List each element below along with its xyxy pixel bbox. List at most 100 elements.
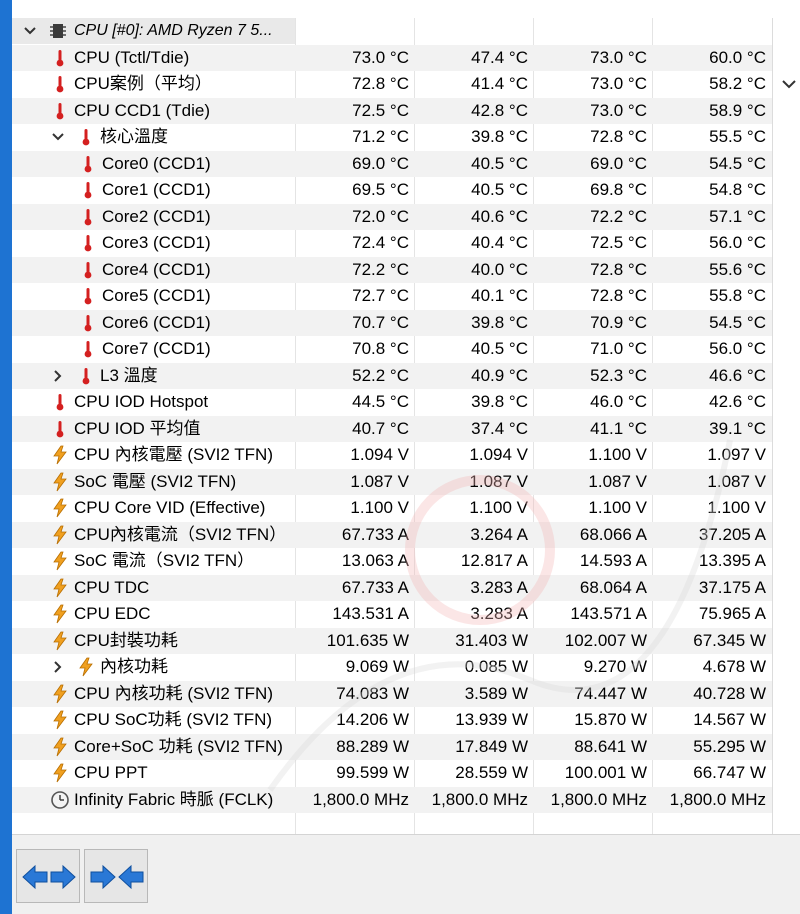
max-value: 73.0 °C [590,47,647,67]
max-value: 71.0 °C [590,339,647,358]
right-pane [772,18,800,834]
sensor-name: Core5 (CCD1) [102,286,211,305]
sensor-row[interactable]: CPU 內核功耗 (SVI2 TFN) 74.083 W 3.589 W 74.447… [12,680,772,707]
sensor-name: CPU CCD1 (Tdie) [74,100,211,120]
average-value: 54.8 °C [709,180,766,199]
sensor-row[interactable]: Core4 (CCD1) 72.2 °C 40.0 °C 72.8 °C 55.6 °C [12,256,772,283]
sensor-name: Core0 (CCD1) [102,153,211,173]
arrows-left-right-icon [22,864,76,890]
sensor-name: Core4 (CCD1) [102,259,211,279]
hwinfo-sensors-window: CPU [#0]: AMD Ryzen 7 5... CPU (Tctl/Tdi… [0,0,800,914]
current-value: 40.7 °C [352,418,409,438]
current-value: 69.0 °C [352,153,409,173]
max-value: 14.593 A [579,551,647,570]
current-value: 71.2 °C [352,127,409,146]
expand-columns-button[interactable] [16,849,80,903]
sensor-row[interactable]: Core0 (CCD1) 69.0 °C 40.5 °C 69.0 °C 54.5 °C [12,150,772,177]
current-value: 69.5 °C [352,180,409,199]
current-value: 9.069 W [345,657,409,676]
cpu-chip-icon [50,24,66,38]
average-value: 54.5 °C [709,312,766,332]
sensor-row[interactable]: Infinity Fabric 時脈 (FCLK) 1,800.0 MHz 1,80… [12,786,772,813]
average-value: 54.5 °C [709,153,766,173]
chevron-down-icon[interactable] [779,74,799,94]
sensor-row[interactable]: CPU EDC 143.531 A 3.283 A 143.571 A 75.965 A [12,601,772,628]
sensor-row[interactable]: Core1 (CCD1) 69.5 °C 40.5 °C 69.8 °C 54.8 °C [12,177,772,204]
sensor-row[interactable]: Core3 (CCD1) 72.4 °C 40.4 °C 72.5 °C 56.0 °C [12,230,772,257]
sensor-name: SoC 電流（SVI2 TFN） [74,551,255,570]
sensor-row[interactable]: CPU PPT 99.599 W 28.559 W 100.001 W 66.747 W [12,760,772,787]
sensor-row[interactable]: Core+SoC 功耗 (SVI2 TFN) 88.289 W 17.849 W 88… [12,733,772,760]
average-value: 57.1 °C [709,206,766,226]
sensor-row[interactable]: SoC 電流（SVI2 TFN） 13.063 A 12.817 A 14.593 A… [12,548,772,575]
chevron-down-icon[interactable] [48,127,68,147]
chevron-down-icon[interactable] [20,21,40,41]
sensor-name: CPU 內核功耗 (SVI2 TFN) [74,683,273,703]
sensor-name: Core+SoC 功耗 (SVI2 TFN) [74,736,283,756]
sensor-row[interactable]: CPU案例（平均） 72.8 °C 41.4 °C 73.0 °C 58.2 °C [12,71,772,98]
sensor-row[interactable]: CPU SoC功耗 (SVI2 TFN) 14.206 W 13.939 W 15.8… [12,707,772,734]
min-value: 3.589 W [464,683,528,703]
sensor-row[interactable]: CPU 內核電壓 (SVI2 TFN) 1.094 V 1.094 V 1.100 V… [12,442,772,469]
current-value: 72.2 °C [352,259,409,279]
sensor-row[interactable]: CPU IOD 平均值 40.7 °C 37.4 °C 41.1 °C 39.1 °C [12,415,772,442]
min-value: 40.0 °C [471,259,528,279]
sensor-row[interactable]: CPU內核電流（SVI2 TFN） 67.733 A 3.264 A 68.066 A… [12,521,772,548]
min-value: 39.8 °C [471,312,528,332]
current-value: 1.100 V [350,498,409,517]
sensor-name: CPU TDC [74,577,150,597]
average-value: 40.728 W [693,683,766,703]
max-value: 69.8 °C [590,180,647,199]
sensor-name: SoC 電壓 (SVI2 TFN) [74,471,237,491]
thermometer-icon [84,208,92,225]
sensor-row[interactable]: 內核功耗 9.069 W 0.085 W 9.270 W 4.678 W [12,654,772,681]
average-value: 37.175 A [698,577,766,597]
sensor-row[interactable]: L3 溫度 52.2 °C 40.9 °C 52.3 °C 46.6 °C [12,362,772,389]
shrink-columns-button[interactable] [84,849,148,903]
sensor-name: Core2 (CCD1) [102,206,211,226]
sensor-row[interactable]: Core6 (CCD1) 70.7 °C 39.8 °C 70.9 °C 54.5 °C [12,309,772,336]
max-value: 73.0 °C [590,100,647,120]
current-value: 67.733 A [341,524,409,544]
sensor-row[interactable]: SoC 電壓 (SVI2 TFN) 1.087 V 1.087 V 1.087 V 1.… [12,468,772,495]
current-value: 1.094 V [350,445,409,464]
sensor-row[interactable]: CPU TDC 67.733 A 3.283 A 68.064 A 37.175 A [12,574,772,601]
average-value: 67.345 W [693,630,766,650]
chevron-right-icon[interactable] [48,366,68,386]
average-value: 1.087 V [707,471,766,491]
average-value: 58.9 °C [709,100,766,120]
sensor-row[interactable]: CPU封裝功耗 101.635 W 31.403 W 102.007 W 67.345 … [12,627,772,654]
min-value: 40.4 °C [471,233,528,252]
min-value: 37.4 °C [471,418,528,438]
max-value: 72.8 °C [590,286,647,305]
sensor-row[interactable]: CPU IOD Hotspot 44.5 °C 39.8 °C 46.0 °C 42.6… [12,389,772,416]
max-value: 72.8 °C [590,127,647,146]
sensor-row[interactable]: CPU Core VID (Effective) 1.100 V 1.100 V 1.… [12,495,772,522]
current-value: 73.0 °C [352,47,409,67]
min-value: 17.849 W [455,736,528,756]
clock-icon [51,790,69,809]
min-value: 13.939 W [455,710,528,729]
sensor-name: Core6 (CCD1) [102,312,211,332]
min-value: 3.283 A [470,577,528,597]
average-value: 55.5 °C [709,127,766,146]
sensor-row[interactable]: CPU CCD1 (Tdie) 72.5 °C 42.8 °C 73.0 °C 58.9… [12,97,772,124]
sensor-group-header[interactable]: CPU [#0]: AMD Ryzen 7 5... [12,18,772,44]
thermometer-icon [56,394,64,411]
sensor-row[interactable]: 核心溫度 71.2 °C 39.8 °C 72.8 °C 55.5 °C [12,124,772,151]
min-value: 39.8 °C [471,127,528,146]
lightning-icon [53,631,67,650]
max-value: 1.100 V [588,498,647,517]
sensor-row[interactable]: Core2 (CCD1) 72.0 °C 40.6 °C 72.2 °C 57.1 °C [12,203,772,230]
chevron-right-icon[interactable] [48,657,68,677]
sensor-row[interactable]: Core5 (CCD1) 72.7 °C 40.1 °C 72.8 °C 55.8 °C [12,283,772,310]
current-value: 1.087 V [350,471,409,491]
thermometer-icon [84,341,92,358]
min-value: 40.5 °C [471,339,528,358]
average-value: 14.567 W [693,710,766,729]
sensor-row[interactable]: Core7 (CCD1) 70.8 °C 40.5 °C 71.0 °C 56.0 °C [12,336,772,363]
sensor-row[interactable]: CPU (Tctl/Tdie) 73.0 °C 47.4 °C 73.0 °C 60.0… [12,44,772,71]
current-value: 13.063 A [341,551,409,570]
average-value: 55.8 °C [709,286,766,305]
average-value: 66.747 W [693,763,766,782]
